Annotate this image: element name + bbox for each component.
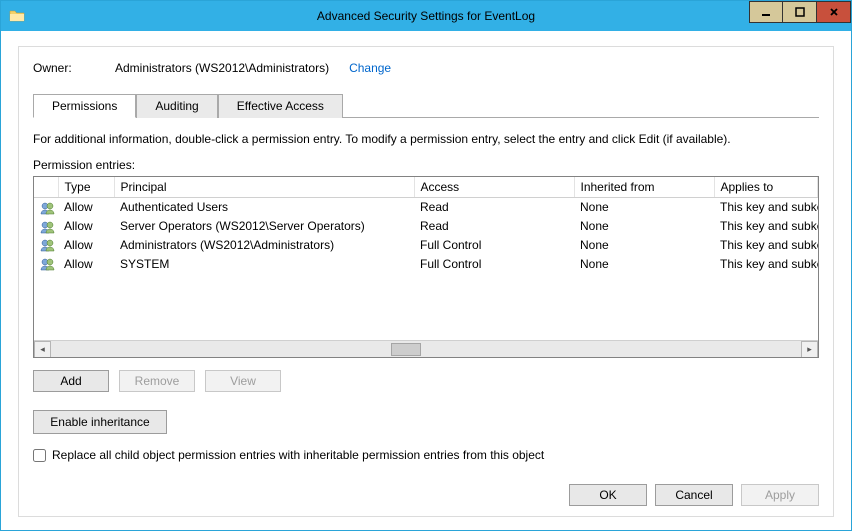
security-settings-window: Advanced Security Settings for EventLog … bbox=[0, 0, 852, 531]
cancel-button[interactable]: Cancel bbox=[655, 484, 733, 506]
replace-checkbox[interactable] bbox=[33, 449, 46, 462]
cell-type: Allow bbox=[58, 254, 114, 273]
apply-button: Apply bbox=[741, 484, 819, 506]
scroll-track[interactable] bbox=[51, 341, 801, 358]
cell-inherited: None bbox=[574, 254, 714, 273]
add-button[interactable]: Add bbox=[33, 370, 109, 392]
col-applies-header[interactable]: Applies to bbox=[714, 177, 818, 198]
cell-access: Read bbox=[414, 198, 574, 217]
titlebar[interactable]: Advanced Security Settings for EventLog bbox=[1, 1, 851, 31]
cell-type: Allow bbox=[58, 198, 114, 217]
remove-button: Remove bbox=[119, 370, 195, 392]
horizontal-scrollbar[interactable]: ◂ ▸ bbox=[34, 340, 818, 357]
tab-auditing[interactable]: Auditing bbox=[136, 94, 217, 118]
close-button[interactable] bbox=[817, 1, 851, 23]
group-icon bbox=[34, 217, 58, 236]
permission-grid[interactable]: Type Principal Access Inherited from App… bbox=[33, 176, 819, 358]
col-inherited-header[interactable]: Inherited from bbox=[574, 177, 714, 198]
tab-effective-access[interactable]: Effective Access bbox=[218, 94, 343, 118]
group-icon bbox=[34, 236, 58, 255]
footer-buttons: OK Cancel Apply bbox=[33, 470, 819, 506]
cell-inherited: None bbox=[574, 236, 714, 255]
content-area: Owner: Administrators (WS2012\Administra… bbox=[1, 31, 851, 530]
owner-row: Owner: Administrators (WS2012\Administra… bbox=[33, 61, 819, 75]
cell-inherited: None bbox=[574, 198, 714, 217]
cell-access: Read bbox=[414, 217, 574, 236]
cell-inherited: None bbox=[574, 217, 714, 236]
entries-label: Permission entries: bbox=[33, 158, 819, 172]
group-icon bbox=[34, 254, 58, 273]
col-access-header[interactable]: Access bbox=[414, 177, 574, 198]
owner-value: Administrators (WS2012\Administrators) bbox=[115, 61, 329, 75]
cell-principal: Administrators (WS2012\Administrators) bbox=[114, 236, 414, 255]
window-controls bbox=[749, 1, 851, 31]
replace-checkbox-label[interactable]: Replace all child object permission entr… bbox=[52, 448, 544, 462]
cell-applies: This key and subkeys bbox=[714, 236, 818, 255]
cell-principal: Authenticated Users bbox=[114, 198, 414, 217]
entry-buttons: Add Remove View bbox=[33, 370, 819, 392]
minimize-button[interactable] bbox=[749, 1, 783, 23]
tab-strip: Permissions Auditing Effective Access bbox=[33, 93, 819, 118]
scroll-thumb[interactable] bbox=[391, 343, 421, 356]
owner-label: Owner: bbox=[33, 61, 105, 75]
col-type-header[interactable]: Type bbox=[58, 177, 114, 198]
cell-access: Full Control bbox=[414, 254, 574, 273]
table-row[interactable]: AllowAuthenticated UsersReadNoneThis key… bbox=[34, 198, 818, 217]
replace-checkbox-row: Replace all child object permission entr… bbox=[33, 448, 819, 462]
group-icon bbox=[34, 198, 58, 217]
col-principal-header[interactable]: Principal bbox=[114, 177, 414, 198]
scroll-right-button[interactable]: ▸ bbox=[801, 341, 818, 358]
cell-type: Allow bbox=[58, 217, 114, 236]
change-owner-link[interactable]: Change bbox=[349, 61, 391, 75]
cell-principal: SYSTEM bbox=[114, 254, 414, 273]
col-icon-header[interactable] bbox=[34, 177, 58, 198]
maximize-button[interactable] bbox=[783, 1, 817, 23]
enable-inheritance-button[interactable]: Enable inheritance bbox=[33, 410, 167, 434]
cell-access: Full Control bbox=[414, 236, 574, 255]
table-row[interactable]: AllowAdministrators (WS2012\Administrato… bbox=[34, 236, 818, 255]
ok-button[interactable]: OK bbox=[569, 484, 647, 506]
permission-table: Type Principal Access Inherited from App… bbox=[34, 177, 818, 273]
tab-permissions[interactable]: Permissions bbox=[33, 94, 136, 118]
scroll-left-button[interactable]: ◂ bbox=[34, 341, 51, 358]
table-row[interactable]: AllowServer Operators (WS2012\Server Ope… bbox=[34, 217, 818, 236]
instruction-text: For additional information, double-click… bbox=[33, 132, 819, 146]
view-button: View bbox=[205, 370, 281, 392]
cell-principal: Server Operators (WS2012\Server Operator… bbox=[114, 217, 414, 236]
inner-panel: Owner: Administrators (WS2012\Administra… bbox=[18, 46, 834, 517]
cell-applies: This key and subkeys bbox=[714, 254, 818, 273]
cell-applies: This key and subkeys bbox=[714, 198, 818, 217]
window-title: Advanced Security Settings for EventLog bbox=[1, 9, 851, 23]
cell-type: Allow bbox=[58, 236, 114, 255]
folder-icon bbox=[9, 8, 25, 24]
table-row[interactable]: AllowSYSTEMFull ControlNoneThis key and … bbox=[34, 254, 818, 273]
table-header-row: Type Principal Access Inherited from App… bbox=[34, 177, 818, 198]
cell-applies: This key and subkeys bbox=[714, 217, 818, 236]
